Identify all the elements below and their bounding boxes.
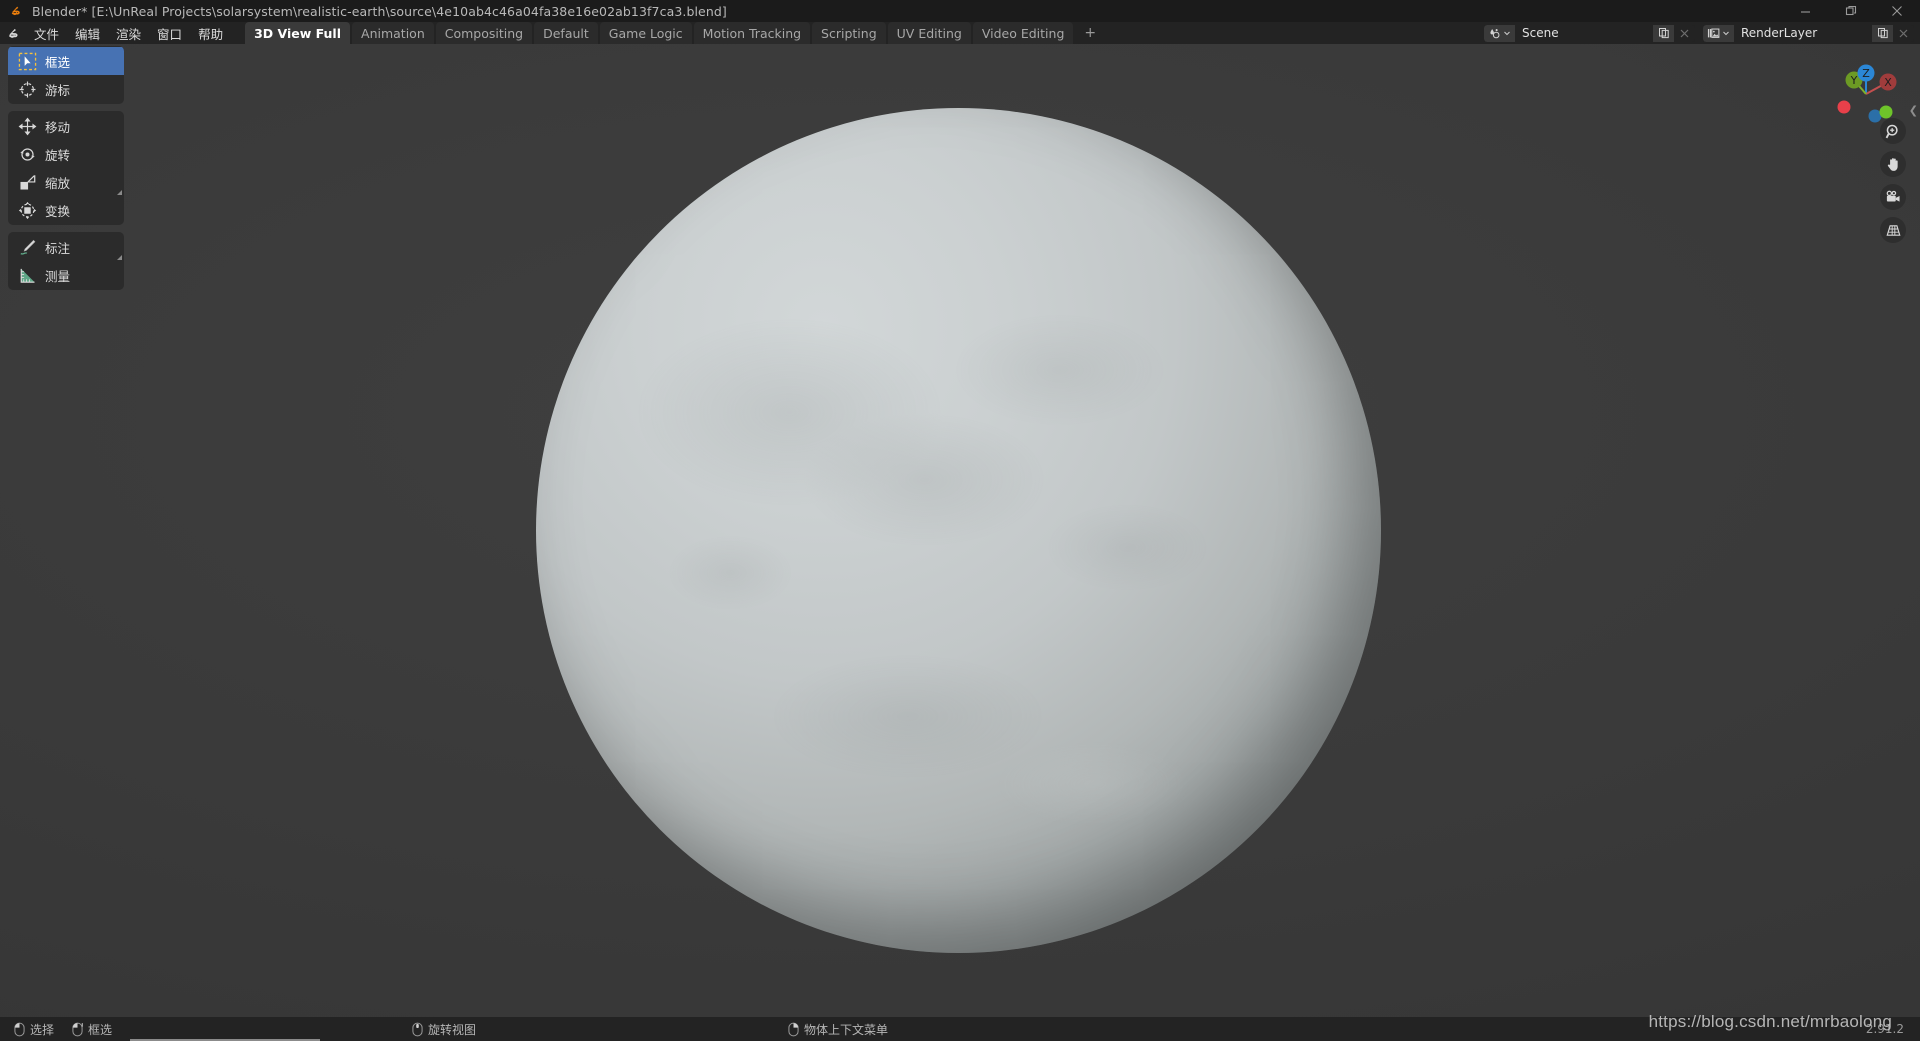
zoom-magnifier-icon — [1885, 123, 1902, 140]
delete-viewlayer-button[interactable] — [1893, 25, 1914, 42]
tab-animation[interactable]: Animation — [352, 22, 434, 44]
tool-select-box[interactable]: 框选 — [8, 47, 124, 75]
viewlayer-selector: RenderLayer — [1703, 25, 1914, 42]
chevron-left-icon[interactable]: ❮ — [1909, 104, 1918, 117]
status-label: 框选 — [88, 1021, 112, 1038]
select-box-icon — [14, 48, 40, 74]
menu-help[interactable]: 帮助 — [190, 24, 231, 42]
mouse-right-icon — [788, 1022, 799, 1037]
tool-label: 测量 — [45, 266, 70, 285]
status-bar: 选择 框选 旋转视图 物体上下文菜单 2.91 — [0, 1017, 1920, 1041]
tool-label: 标注 — [45, 238, 70, 257]
camera-icon — [1885, 189, 1902, 206]
blender-logo-icon — [5, 0, 27, 22]
tool-submenu-indicator[interactable] — [117, 255, 122, 260]
tool-annotate[interactable]: 标注 — [8, 233, 124, 261]
maximize-button[interactable] — [1828, 0, 1874, 22]
chevron-down-icon — [1722, 29, 1730, 37]
tool-group-transform: 移动 旋转 — [8, 111, 124, 225]
tool-label: 框选 — [45, 52, 70, 71]
camera-view-button[interactable] — [1880, 184, 1906, 210]
workspace-tabs: 3D View Full Animation Compositing Defau… — [245, 22, 1105, 44]
tool-label: 移动 — [45, 117, 70, 136]
menu-edit[interactable]: 编辑 — [67, 24, 108, 42]
mouse-middle-icon — [412, 1022, 423, 1037]
tab-motion-tracking[interactable]: Motion Tracking — [694, 22, 810, 44]
tab-compositing[interactable]: Compositing — [436, 22, 532, 44]
menu-render[interactable]: 渲染 — [108, 24, 149, 42]
status-label: 选择 — [30, 1021, 54, 1038]
zoom-button[interactable] — [1880, 118, 1906, 144]
tool-transform[interactable]: 变换 — [8, 196, 124, 224]
status-keymap-object-context-menu: 物体上下文菜单 — [788, 1021, 888, 1038]
tool-label: 缩放 — [45, 173, 70, 192]
new-viewlayer-button[interactable] — [1872, 25, 1893, 42]
tab-video-editing[interactable]: Video Editing — [973, 22, 1074, 44]
scene-selector: Scene — [1484, 25, 1695, 42]
scale-icon — [14, 169, 40, 195]
tab-game-logic[interactable]: Game Logic — [600, 22, 692, 44]
menu-file[interactable]: 文件 — [26, 24, 67, 42]
svg-text:Z: Z — [1862, 67, 1870, 80]
menu-window[interactable]: 窗口 — [149, 24, 190, 42]
tool-measure[interactable]: 测量 — [8, 261, 124, 289]
mouse-left-drag-icon — [72, 1022, 83, 1037]
pan-button[interactable] — [1880, 151, 1906, 177]
grid-perspective-icon — [1885, 222, 1902, 239]
status-label: 物体上下文菜单 — [804, 1021, 888, 1038]
tab-uv-editing[interactable]: UV Editing — [888, 22, 971, 44]
transform-icon — [14, 197, 40, 223]
viewport-nav-buttons — [1880, 118, 1906, 243]
status-label: 旋转视图 — [428, 1021, 476, 1038]
delete-scene-button[interactable] — [1674, 25, 1695, 42]
perspective-toggle-button[interactable] — [1880, 217, 1906, 243]
viewport-3d[interactable]: 框选 游标 — [0, 44, 1920, 1017]
annotate-icon — [14, 234, 40, 260]
tool-label: 游标 — [45, 80, 70, 99]
svg-text:Y: Y — [1850, 74, 1858, 87]
window-controls — [1782, 0, 1920, 22]
tool-group-annotate: 标注 — [8, 232, 124, 290]
title-bar: Blender* [E:\UnReal Projects\solarsystem… — [0, 0, 1920, 22]
close-button[interactable] — [1874, 0, 1920, 22]
render-layers-icon[interactable] — [1703, 25, 1734, 42]
cursor-icon — [14, 76, 40, 102]
tool-cursor[interactable]: 游标 — [8, 75, 124, 103]
top-bar: 文件 编辑 渲染 窗口 帮助 3D View Full Animation Co… — [0, 22, 1920, 44]
tool-group-select: 框选 游标 — [8, 46, 124, 104]
measure-icon — [14, 262, 40, 288]
tool-shelf: 框选 游标 — [8, 46, 124, 297]
status-keymap-box-select: 框选 — [72, 1021, 112, 1038]
hand-pan-icon — [1885, 156, 1902, 173]
topbar-right-controls: Scene — [1484, 22, 1914, 44]
minimize-button[interactable] — [1782, 0, 1828, 22]
earth-sphere-object[interactable] — [536, 108, 1381, 953]
tab-scripting[interactable]: Scripting — [812, 22, 886, 44]
window-title: Blender* [E:\UnReal Projects\solarsystem… — [32, 4, 727, 19]
tool-rotate[interactable]: 旋转 — [8, 140, 124, 168]
chevron-down-icon — [1503, 29, 1511, 37]
tool-label: 变换 — [45, 201, 70, 220]
add-workspace-button[interactable]: + — [1075, 22, 1105, 44]
blender-window: Blender* [E:\UnReal Projects\solarsystem… — [0, 0, 1920, 1041]
new-scene-button[interactable] — [1653, 25, 1674, 42]
status-keymap-select: 选择 — [14, 1021, 54, 1038]
svg-text:X: X — [1884, 76, 1892, 89]
tab-3d-view-full[interactable]: 3D View Full — [245, 22, 350, 44]
tab-default[interactable]: Default — [534, 22, 598, 44]
watermark-text: https://blog.csdn.net/mrbaolong — [1649, 1012, 1892, 1032]
scene-name-field[interactable]: Scene — [1515, 25, 1653, 42]
rotate-icon — [14, 141, 40, 167]
scene-icon[interactable] — [1484, 25, 1515, 42]
status-keymap-rotate-view: 旋转视图 — [412, 1021, 476, 1038]
tool-scale[interactable]: 缩放 — [8, 168, 124, 196]
tool-move[interactable]: 移动 — [8, 112, 124, 140]
blender-icon[interactable] — [0, 22, 26, 44]
tool-submenu-indicator[interactable] — [117, 190, 122, 195]
tool-label: 旋转 — [45, 145, 70, 164]
sphere-rim-shading — [536, 108, 1381, 953]
mouse-left-icon — [14, 1022, 25, 1037]
viewlayer-name-field[interactable]: RenderLayer — [1734, 25, 1872, 42]
move-icon — [14, 113, 40, 139]
